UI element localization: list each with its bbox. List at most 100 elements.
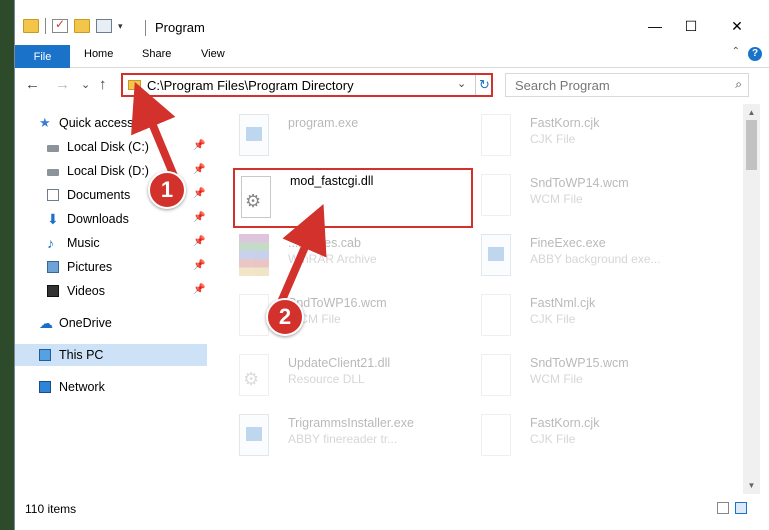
file-item-sndtowp14-wcm[interactable]: SndToWP14.wcm WCM File [475,168,711,226]
details-view-icon[interactable] [717,502,729,514]
search-placeholder: Search Program [515,78,610,93]
sidebar-item-pictures[interactable]: Pictures 📌 [15,256,207,278]
pin-icon[interactable]: 📌 [193,188,205,199]
sidebar-item-downloads[interactable]: ⬇ Downloads 📌 [15,208,207,230]
scroll-thumb[interactable] [746,120,757,170]
sidebar-item-videos[interactable]: Videos 📌 [15,280,207,302]
tab-share[interactable]: Share [142,48,171,60]
refresh-icon[interactable]: ↻ [475,75,493,95]
file-name: FastKorn.cjk [530,416,600,430]
step-marker-two: 2 [266,298,304,336]
file-item-fineexec-exe[interactable]: FineExec.exe ABBY background exe... [475,228,711,286]
search-input[interactable]: Search Program ⌕ [505,73,749,97]
file-item-trigrammsinstaller-exe[interactable]: TrigrammsInstaller.exe ABBY finereader t… [233,408,469,466]
pin-icon[interactable]: 📌 [193,212,205,223]
file-type: WinRAR Archive [288,252,377,266]
sidebar-item-label: Local Disk (D:) [67,164,149,178]
tab-home[interactable]: Home [84,48,113,60]
pin-icon[interactable]: 📌 [193,236,205,247]
file-item-fastkorn-cjk[interactable]: FastKorn.cjk CJK File [475,108,711,166]
sidebar-item-network[interactable]: Network [15,376,207,398]
new-folder-icon[interactable] [74,19,90,33]
file-name: program.exe [288,116,359,130]
back-arrow-icon[interactable]: ← [25,76,40,93]
file-item-fastnml-cjk[interactable]: FastNml.cjk CJK File [475,288,711,346]
sidebar-item-this-pc[interactable]: This PC [15,344,207,366]
item-count: 110 items [25,502,77,516]
blank-file-icon [481,414,511,456]
file-type: ABBY background exe... [530,252,661,266]
drive-icon [47,145,59,152]
file-name: mod_fastcgi.dll [290,174,374,188]
blank-file-icon [481,114,511,156]
large-icons-view-icon[interactable] [735,502,747,514]
sidebar-item-label: Local Disk (C:) [67,140,149,154]
search-icon[interactable]: ⌕ [735,77,742,92]
cloud-icon: ☁ [39,315,53,331]
quick-access-toolbar: ▾ [23,17,123,34]
navigation-pane: ★ Quick access Local Disk (C:) 📌 Local D… [15,104,207,494]
dll-gear-icon [241,176,271,218]
title-bar: ▾ Program — ☐ ✕ [15,0,769,42]
file-item-certificates-cab[interactable]: ...ificates.cab WinRAR Archive [233,228,469,286]
properties-check-icon[interactable] [52,17,68,33]
address-path[interactable]: C:\Program Files\Program Directory [147,78,354,93]
recent-locations-icon[interactable]: ⌄ [81,78,90,91]
file-item-program-exe[interactable]: program.exe [233,108,469,166]
scroll-down-icon[interactable]: ▼ [743,477,760,494]
blank-file-icon [481,174,511,216]
file-name: SndToWP15.wcm [530,356,629,370]
file-name: SndToWP14.wcm [530,176,629,190]
file-item-updateclient21-dll[interactable]: UpdateClient21.dll Resource DLL [233,348,469,406]
file-item-mod-fastcgi-dll[interactable]: mod_fastcgi.dll [235,170,471,228]
file-type: WCM File [530,372,583,386]
file-name: SndToWP16.wcm [288,296,387,310]
file-explorer-window: ▾ Program — ☐ ✕ File Home Share View ⌃ ?… [14,0,769,530]
file-type: CJK File [530,432,576,446]
sidebar-item-local-disk-c[interactable]: Local Disk (C:) 📌 [15,136,207,158]
tab-file[interactable]: File [15,45,70,68]
properties-icon[interactable] [96,19,112,33]
close-button[interactable]: ✕ [727,18,747,35]
scroll-up-icon[interactable]: ▲ [743,104,760,121]
collapse-ribbon-icon[interactable]: ⌃ [732,46,740,57]
help-icon[interactable]: ? [748,47,762,61]
computer-icon [39,349,51,361]
file-type: Resource DLL [288,372,365,386]
blank-file-icon [481,294,511,336]
navigation-bar: ← → ⌄ ↑ C:\Program Files\Program Directo… [15,68,769,102]
blank-file-icon [481,354,511,396]
sidebar-item-label: Downloads [67,212,129,226]
file-item-fastkorn-cjk-2[interactable]: FastKorn.cjk CJK File [475,408,711,466]
address-dropdown-icon[interactable]: ⌄ [457,77,466,90]
drive-icon [47,169,59,176]
network-icon [39,381,51,393]
pin-icon[interactable]: 📌 [193,140,205,151]
sidebar-item-music[interactable]: ♪ Music 📌 [15,232,207,254]
sidebar-item-onedrive[interactable]: ☁ OneDrive [15,312,207,334]
exe-icon [239,414,269,456]
window-title: Program [155,20,205,35]
star-icon: ★ [39,115,51,130]
sidebar-item-label: This PC [59,348,104,362]
address-bar[interactable]: C:\Program Files\Program Directory ⌄ ↻ [121,73,493,97]
forward-arrow-icon[interactable]: → [55,76,70,93]
program-exe-icon [239,114,269,156]
vertical-scrollbar[interactable]: ▲ ▼ [743,104,760,494]
file-item-sndtowp15-wcm[interactable]: SndToWP15.wcm WCM File [475,348,711,406]
up-arrow-icon[interactable]: ↑ [99,76,107,93]
sidebar-item-label: Quick access [59,116,134,130]
download-icon: ⬇ [47,211,59,227]
pictures-icon [47,261,59,273]
maximize-button[interactable]: ☐ [681,18,701,35]
pin-icon[interactable]: 📌 [193,260,205,271]
qat-dropdown-icon[interactable]: ▾ [118,21,123,32]
folder-icon[interactable] [23,19,39,33]
sidebar-item-quick-access[interactable]: ★ Quick access [15,112,207,134]
minimize-button[interactable]: — [645,18,665,34]
pin-icon[interactable]: 📌 [193,284,205,295]
sidebar-item-label: Music [67,236,100,250]
tab-view[interactable]: View [201,48,225,60]
file-name: FastKorn.cjk [530,116,600,130]
pin-icon[interactable]: 📌 [193,164,205,175]
